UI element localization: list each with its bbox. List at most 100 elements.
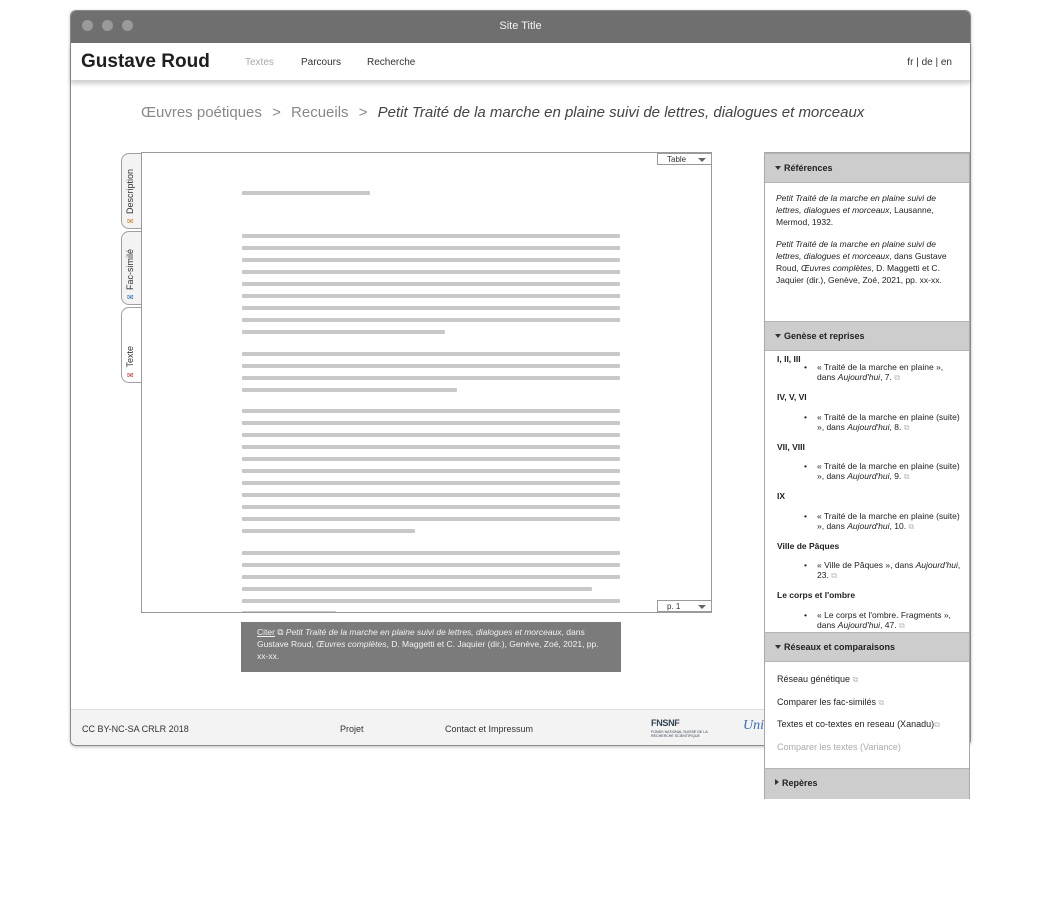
text-line bbox=[242, 388, 457, 392]
text-line bbox=[242, 294, 620, 298]
lang-fr[interactable]: fr bbox=[907, 57, 913, 68]
genese-item-page: , 10. bbox=[889, 521, 907, 531]
bullet-icon: • bbox=[804, 610, 807, 620]
breadcrumb-separator: > bbox=[358, 104, 368, 121]
text-line bbox=[242, 234, 620, 238]
xanadu-label: Textes et co-textes en reseau (Xanadu) bbox=[777, 719, 935, 729]
text-line bbox=[242, 493, 620, 497]
nav-textes[interactable]: Textes bbox=[245, 57, 274, 68]
text-line bbox=[242, 246, 620, 250]
lang-de[interactable]: de bbox=[922, 57, 933, 68]
lang-separator: | bbox=[935, 57, 939, 68]
citation-box: Citer ⧉ Petit Traité de la marche en pla… bbox=[241, 622, 621, 672]
external-link-icon[interactable]: ⧉ bbox=[831, 571, 837, 580]
reference-item: Petit Traité de la marche en plaine suiv… bbox=[776, 238, 962, 286]
genese-item[interactable]: • « Traité de la marche en plaine (suite… bbox=[804, 412, 962, 433]
text-line bbox=[242, 376, 620, 380]
panel-reperes-header[interactable]: Repères bbox=[765, 768, 969, 799]
unil-logo[interactable]: Uni bbox=[743, 718, 764, 734]
external-link-icon[interactable]: ⧉ bbox=[894, 373, 900, 382]
external-link-icon[interactable]: ⧉ bbox=[904, 472, 910, 481]
external-link-icon[interactable]: ⧉ bbox=[934, 720, 940, 729]
breadcrumb-recueils[interactable]: Recueils bbox=[291, 104, 349, 121]
lang-separator: | bbox=[916, 57, 919, 68]
text-line bbox=[242, 258, 620, 262]
genese-item[interactable]: • « Traité de la marche en plaine (suite… bbox=[804, 511, 962, 532]
chevron-down-icon bbox=[775, 334, 781, 338]
text-line bbox=[242, 433, 620, 437]
envelope-icon: ✉ bbox=[127, 217, 134, 226]
comparer-facsimiles-label: Comparer les fac-similés bbox=[777, 697, 877, 707]
reference-work: Œuvres complètes bbox=[801, 263, 872, 273]
bullet-icon: • bbox=[804, 511, 807, 521]
external-link-icon[interactable]: ⧉ bbox=[908, 522, 914, 531]
page-select-label: p. 1 bbox=[667, 602, 681, 611]
reseau-genetique-link[interactable]: Réseau génétique ⧉ bbox=[777, 674, 858, 685]
xanadu-link[interactable]: Textes et co-textes en reseau (Xanadu)⧉ bbox=[777, 719, 940, 730]
genese-group-head: VII, VIII bbox=[777, 442, 805, 452]
page-select[interactable]: p. 1 bbox=[657, 600, 711, 612]
panel-reseaux-title: Réseaux et comparaisons bbox=[784, 642, 896, 652]
text-line bbox=[242, 191, 370, 195]
table-select[interactable]: Table bbox=[657, 153, 711, 165]
cite-link[interactable]: Citer bbox=[257, 627, 275, 637]
lang-en[interactable]: en bbox=[941, 57, 952, 68]
document-viewer[interactable]: Table p. 1 bbox=[141, 152, 712, 613]
reference-item: Petit Traité de la marche en plaine suiv… bbox=[776, 192, 962, 228]
footer-contact-link[interactable]: Contact et Impressum bbox=[445, 724, 533, 734]
external-link-icon[interactable]: ⧉ bbox=[879, 698, 885, 707]
tab-texte-label: Texte bbox=[125, 346, 135, 368]
genese-item-journal: Aujourd'hui bbox=[915, 560, 958, 570]
breadcrumb-oeuvres[interactable]: Œuvres poétiques bbox=[141, 104, 262, 121]
text-line bbox=[242, 330, 445, 334]
genese-item[interactable]: • « Le corps et l'ombre. Fragments », da… bbox=[804, 610, 962, 631]
external-link-icon[interactable]: ⧉ bbox=[899, 621, 905, 630]
external-link-icon[interactable]: ⧉ bbox=[853, 675, 859, 684]
text-line bbox=[242, 457, 620, 461]
site-name[interactable]: Gustave Roud bbox=[81, 51, 210, 73]
panel-genese-header[interactable]: Genèse et reprises bbox=[765, 321, 969, 351]
footer-license: CC BY-NC-SA CRLR 2018 bbox=[82, 724, 189, 734]
chevron-right-icon bbox=[775, 779, 779, 785]
tab-texte[interactable]: Texte ✉ bbox=[121, 307, 142, 383]
panel-references-header[interactable]: Références bbox=[765, 153, 969, 183]
text-line bbox=[242, 318, 620, 322]
genese-item-page: , 8. bbox=[889, 422, 902, 432]
comparer-facsimiles-link[interactable]: Comparer les fac-similés ⧉ bbox=[777, 697, 884, 708]
panel-reseaux-header[interactable]: Réseaux et comparaisons bbox=[765, 632, 969, 662]
tab-description-label: Description bbox=[125, 168, 135, 214]
bullet-icon: • bbox=[804, 362, 807, 372]
footer-projet-link[interactable]: Projet bbox=[340, 724, 364, 734]
genese-group-head: Ville de Pâques bbox=[777, 541, 840, 551]
snf-logo[interactable]: FNSNF FONDS NATIONAL SUISSE DE LA RECHER… bbox=[651, 718, 731, 738]
chevron-down-icon bbox=[775, 166, 781, 170]
tab-description[interactable]: Description ✉ bbox=[121, 153, 142, 229]
nav-recherche[interactable]: Recherche bbox=[367, 57, 415, 68]
tab-facsimile[interactable]: Fac-similé ✉ bbox=[121, 231, 142, 305]
text-line bbox=[242, 409, 620, 413]
breadcrumb-separator: > bbox=[272, 104, 281, 121]
nav-parcours[interactable]: Parcours bbox=[301, 57, 341, 68]
bullet-icon: • bbox=[804, 412, 807, 422]
genese-item-journal: Aujourd'hui bbox=[847, 521, 890, 531]
genese-item-journal: Aujourd'hui bbox=[847, 471, 890, 481]
text-line bbox=[242, 551, 620, 555]
genese-item[interactable]: • « Traité de la marche en plaine », dan… bbox=[804, 362, 962, 383]
genese-item-page: , 9. bbox=[889, 471, 902, 481]
text-line bbox=[242, 517, 620, 521]
unil-logo-text: Uni bbox=[743, 718, 764, 733]
copy-icon[interactable]: ⧉ bbox=[277, 627, 283, 637]
breadcrumb-current: Petit Traité de la marche en plaine suiv… bbox=[377, 104, 865, 121]
genese-item[interactable]: • « Ville de Pâques », dans Aujourd'hui,… bbox=[804, 560, 962, 581]
external-link-icon[interactable]: ⧉ bbox=[904, 423, 910, 432]
genese-item[interactable]: • « Traité de la marche en plaine (suite… bbox=[804, 461, 962, 482]
text-line bbox=[242, 587, 592, 591]
text-line bbox=[242, 611, 336, 612]
citation-title: Petit Traité de la marche en plaine suiv… bbox=[285, 627, 562, 637]
genese-group-head: I, II, III bbox=[777, 354, 801, 364]
bullet-icon: • bbox=[804, 461, 807, 471]
genese-group-head: IX bbox=[777, 491, 786, 501]
window-title: Site Title bbox=[499, 20, 542, 32]
chevron-down-icon bbox=[698, 605, 706, 609]
chevron-down-icon bbox=[775, 645, 781, 649]
